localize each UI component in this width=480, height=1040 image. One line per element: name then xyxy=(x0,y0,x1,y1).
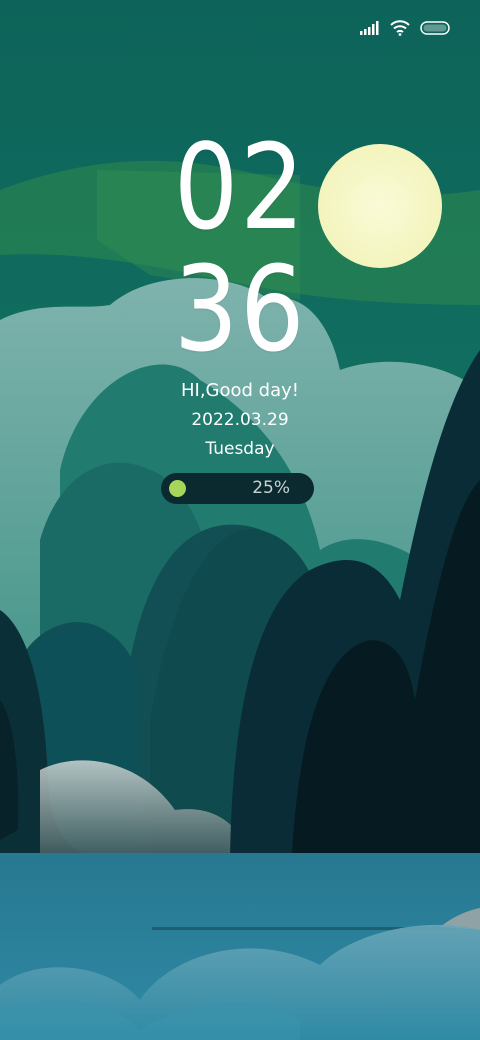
clock-hours-text: 02 xyxy=(173,118,307,256)
weekday-text: Tuesday xyxy=(205,439,275,459)
battery-percent-label: 25% xyxy=(252,478,290,498)
greeting-text: HI,Good day! xyxy=(180,380,299,401)
status-bar xyxy=(360,14,450,42)
clock-hours: 02 xyxy=(0,128,480,246)
battery-widget: 25% xyxy=(161,473,314,504)
date-text: 2022.03.29 xyxy=(191,410,289,430)
wifi-icon xyxy=(390,20,410,36)
clock-minutes: 36 xyxy=(0,250,480,368)
battery-icon xyxy=(420,21,450,35)
signal-bars-icon xyxy=(360,21,380,35)
clock-minutes-text: 36 xyxy=(173,240,307,378)
battery-indicator-dot xyxy=(169,480,186,497)
